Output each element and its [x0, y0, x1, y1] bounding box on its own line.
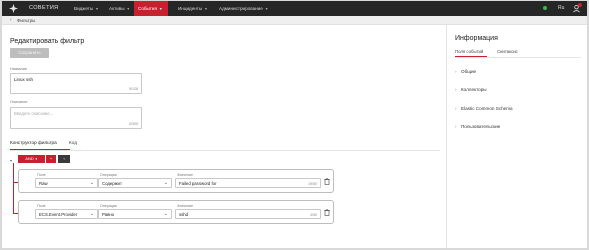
- section-general[interactable]: › Общие: [455, 69, 476, 74]
- value-input[interactable]: Failed password for 19/50: [175, 178, 321, 188]
- field-label: Поле: [37, 204, 46, 208]
- condition-row: Поле ECS.Event.Provider ⌄ Операция Равно…: [18, 200, 334, 224]
- nav-label: Администрирование: [219, 6, 263, 11]
- nav-label: Активы: [109, 6, 125, 11]
- nav-label: События: [138, 6, 157, 11]
- field-label: Поле: [37, 173, 46, 177]
- nav-label: Инциденты: [178, 6, 203, 11]
- negate-button[interactable]: ¬: [58, 155, 70, 163]
- section-label: Elastic Common Schema: [461, 106, 513, 111]
- chevron-down-icon: ⌄: [89, 211, 94, 217]
- nav-item-administration[interactable]: Администрирование ▼: [215, 1, 272, 16]
- operation-value: Содержит: [102, 181, 122, 186]
- description-counter: 0/300: [129, 122, 138, 126]
- chevron-down-icon: ▼: [264, 7, 269, 11]
- value-text: Failed password for: [179, 181, 217, 186]
- operation-value: Равно: [102, 212, 115, 217]
- operation-label: Операция: [100, 173, 117, 177]
- operation-select[interactable]: Равно ⌄: [98, 209, 172, 219]
- collapse-arrow-icon[interactable]: ▾: [10, 158, 12, 163]
- logo-text: СОВЕТИЯ: [29, 5, 59, 11]
- nav-item-events[interactable]: События ▼: [134, 1, 168, 16]
- chevron-down-icon: ▼: [204, 7, 208, 11]
- field-value: ECS.Event.Provider: [39, 212, 78, 217]
- nav-item-incidents[interactable]: Инциденты ▼: [174, 1, 212, 16]
- value-label: Значение: [177, 204, 193, 208]
- top-navigation-bar: СОВЕТИЯ Виджеты ▼ Активы ▼ События ▼ Инциде…: [2, 1, 587, 16]
- chevron-down-icon: ▼: [34, 157, 38, 161]
- value-input[interactable]: sshd 4/50: [175, 209, 321, 219]
- chevron-down-icon: ⌄: [89, 180, 94, 186]
- logo-icon[interactable]: [9, 4, 18, 13]
- notification-badge: [578, 3, 582, 7]
- breadcrumb-filters-link[interactable]: Фильтры: [17, 18, 35, 23]
- field-select[interactable]: ECS.Event.Provider ⌄: [35, 209, 98, 219]
- tab-syntax[interactable]: Синтаксис: [497, 49, 518, 54]
- field-value: Raw: [39, 181, 48, 186]
- operation-label: Операция: [100, 204, 117, 208]
- info-title: Информация: [455, 35, 498, 42]
- chevron-down-icon: ⌄: [163, 211, 168, 217]
- description-placeholder: Введите описание...: [14, 111, 54, 116]
- nav-item-assets[interactable]: Активы ▼: [105, 1, 134, 16]
- value-counter: 4/50: [310, 213, 317, 217]
- operation-select[interactable]: Содержит ⌄: [98, 178, 172, 188]
- save-button[interactable]: Сохранить: [10, 48, 49, 58]
- section-custom[interactable]: › Пользовательские: [455, 124, 500, 129]
- value-text: sshd: [179, 212, 189, 217]
- trash-icon[interactable]: [324, 178, 330, 185]
- description-field[interactable]: Введите описание... 0/300: [10, 107, 142, 129]
- info-panel: Информация Поля событий Синтаксис › Общие…: [446, 25, 587, 248]
- name-label: Название: [10, 67, 27, 71]
- breadcrumb: ‹ Фильтры: [2, 16, 587, 25]
- tabs-divider: [455, 57, 581, 58]
- tab-code[interactable]: Код: [69, 140, 77, 145]
- status-indicator-icon: [543, 6, 547, 10]
- field-select[interactable]: Raw ⌄: [35, 178, 98, 188]
- tab-filter-builder[interactable]: Конструктор фильтра: [10, 140, 57, 145]
- chevron-down-icon: ▼: [158, 7, 163, 11]
- chevron-down-icon: ▼: [95, 7, 99, 11]
- chevron-down-icon: ▼: [126, 7, 131, 11]
- section-label: Пользовательские: [461, 124, 501, 129]
- trash-icon[interactable]: [324, 209, 330, 216]
- add-condition-button[interactable]: +: [46, 155, 56, 163]
- value-counter: 19/50: [308, 182, 317, 186]
- operator-label: AND: [25, 156, 34, 161]
- description-label: Описание: [10, 100, 28, 104]
- app-window: СОВЕТИЯ Виджеты ▼ Активы ▼ События ▼ Инциде…: [2, 1, 587, 248]
- section-label: Общие: [461, 69, 477, 74]
- chevron-left-icon[interactable]: ‹: [10, 17, 12, 23]
- operator-select[interactable]: AND▼: [18, 155, 45, 163]
- nav-label: Виджеты: [74, 6, 94, 11]
- nav-item-widgets[interactable]: Виджеты ▼: [70, 1, 103, 16]
- tabs-divider: [10, 150, 440, 151]
- section-label: Коллекторы: [461, 87, 487, 92]
- value-label: Значение: [177, 173, 193, 177]
- name-counter: 9/128: [129, 87, 138, 91]
- page-title: Редактировать фильтр: [10, 38, 85, 45]
- language-switcher[interactable]: Ru: [558, 5, 564, 11]
- tree-connector: [13, 163, 14, 214]
- condition-row: Поле Raw ⌄ Операция Содержит ⌄ Значение …: [18, 169, 334, 193]
- section-collectors[interactable]: › Коллекторы: [455, 87, 487, 92]
- name-field[interactable]: Linux ssh 9/128: [10, 73, 142, 94]
- section-ecs[interactable]: › Elastic Common Schema: [455, 106, 513, 111]
- chevron-down-icon: ⌄: [163, 180, 168, 186]
- tab-event-fields[interactable]: Поля событий: [455, 49, 483, 54]
- name-value: Linux ssh: [14, 77, 34, 82]
